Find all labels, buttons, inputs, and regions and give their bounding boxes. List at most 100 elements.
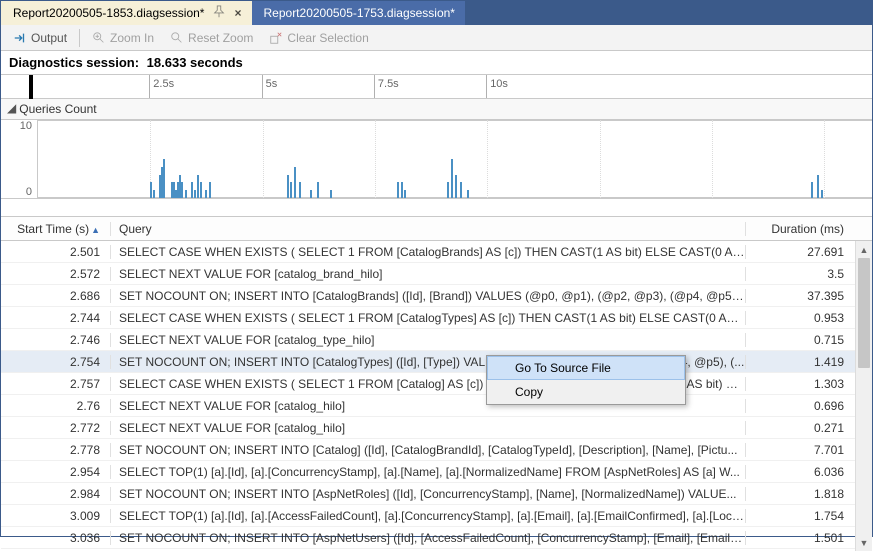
chart-plot[interactable] xyxy=(37,120,872,198)
cell-query: SELECT CASE WHEN EXISTS ( SELECT 1 FROM … xyxy=(111,311,746,325)
chart-section: ◢Queries Count 10 0 xyxy=(1,99,872,199)
cell-start: 2.76 xyxy=(1,399,111,413)
scroll-track[interactable] xyxy=(856,258,872,534)
cell-duration: 6.036 xyxy=(746,465,872,479)
chart-bar xyxy=(330,190,332,198)
cell-query: SET NOCOUNT ON; INSERT INTO [Catalog] ([… xyxy=(111,443,746,457)
chart-bar xyxy=(163,159,165,198)
output-label: Output xyxy=(31,31,67,45)
ruler-tick: 7.5s xyxy=(374,75,399,98)
cell-start: 2.746 xyxy=(1,333,111,347)
reset-zoom-button[interactable]: Reset Zoom xyxy=(164,29,259,47)
chart-title: Queries Count xyxy=(19,102,96,116)
session-header: Diagnostics session: 18.633 seconds xyxy=(1,51,872,75)
cell-query: SELECT NEXT VALUE FOR [catalog_brand_hil… xyxy=(111,267,746,281)
table-row[interactable]: 2.772SELECT NEXT VALUE FOR [catalog_hilo… xyxy=(1,417,872,439)
table-row[interactable]: 3.009SELECT TOP(1) [a].[Id], [a].[Access… xyxy=(1,505,872,527)
chart-bar xyxy=(401,182,403,198)
table-row[interactable]: 2.778SET NOCOUNT ON; INSERT INTO [Catalo… xyxy=(1,439,872,461)
chart-body[interactable]: 10 0 xyxy=(1,120,872,198)
cell-duration: 0.953 xyxy=(746,311,872,325)
toolbar-separator xyxy=(79,29,80,47)
chart-bar xyxy=(455,175,457,198)
cell-duration: 3.5 xyxy=(746,267,872,281)
ruler-tick: 5s xyxy=(262,75,278,98)
table-row[interactable]: 2.757SELECT CASE WHEN EXISTS ( SELECT 1 … xyxy=(1,373,872,395)
cell-duration: 0.696 xyxy=(746,399,872,413)
close-icon[interactable]: × xyxy=(234,6,241,20)
output-button[interactable]: Output xyxy=(7,29,73,47)
table-row[interactable]: 2.984SET NOCOUNT ON; INSERT INTO [AspNet… xyxy=(1,483,872,505)
cell-start: 2.984 xyxy=(1,487,111,501)
cell-start: 2.757 xyxy=(1,377,111,391)
table-row[interactable]: 2.572SELECT NEXT VALUE FOR [catalog_bran… xyxy=(1,263,872,285)
context-menu: Go To Source File Copy xyxy=(486,355,686,405)
ruler-tick: 2.5s xyxy=(149,75,174,98)
table-row[interactable]: 2.746SELECT NEXT VALUE FOR [catalog_type… xyxy=(1,329,872,351)
menu-goto-source[interactable]: Go To Source File xyxy=(487,356,685,380)
vertical-scrollbar[interactable]: ▲ ▼ xyxy=(855,241,872,551)
table-row[interactable]: 2.754SET NOCOUNT ON; INSERT INTO [Catalo… xyxy=(1,351,872,373)
table-row[interactable]: 2.501SELECT CASE WHEN EXISTS ( SELECT 1 … xyxy=(1,241,872,263)
chart-bar xyxy=(194,190,196,198)
cell-query: SELECT CASE WHEN EXISTS ( SELECT 1 FROM … xyxy=(111,245,746,259)
cell-duration: 1.303 xyxy=(746,377,872,391)
cell-start: 2.954 xyxy=(1,465,111,479)
col-header-query[interactable]: Query xyxy=(111,222,746,236)
chart-bar xyxy=(397,182,399,198)
col-header-start[interactable]: Start Time (s)▲ xyxy=(1,222,111,236)
session-label: Diagnostics session: xyxy=(9,55,139,70)
chart-bar xyxy=(200,182,202,198)
zoom-in-label: Zoom In xyxy=(110,31,154,45)
table-row[interactable]: 3.036SET NOCOUNT ON; INSERT INTO [AspNet… xyxy=(1,527,872,549)
table-row[interactable]: 2.744SELECT CASE WHEN EXISTS ( SELECT 1 … xyxy=(1,307,872,329)
chart-bar xyxy=(460,182,462,198)
table-row[interactable]: 2.686SET NOCOUNT ON; INSERT INTO [Catalo… xyxy=(1,285,872,307)
chart-bar xyxy=(821,190,823,198)
toolbar: Output Zoom In Reset Zoom Clear Selectio… xyxy=(1,25,872,51)
chart-bar xyxy=(153,190,155,198)
tab-inactive-label: Report20200505-1753.diagsession* xyxy=(264,6,455,20)
tab-active[interactable]: Report20200505-1853.diagsession* × xyxy=(1,1,252,25)
chart-bar xyxy=(447,182,449,198)
chart-bar xyxy=(467,190,469,198)
cell-query: SELECT TOP(1) [a].[Id], [a].[Concurrency… xyxy=(111,465,746,479)
ruler-start-marker xyxy=(29,75,33,99)
cell-start: 2.572 xyxy=(1,267,111,281)
clear-selection-button[interactable]: Clear Selection xyxy=(263,29,374,47)
cell-start: 2.744 xyxy=(1,311,111,325)
cell-duration: 1.818 xyxy=(746,487,872,501)
cell-query: SELECT TOP(1) [a].[Id], [a].[AccessFaile… xyxy=(111,509,746,523)
chart-bar xyxy=(205,190,207,198)
y-tick-bottom: 0 xyxy=(26,186,32,198)
zoom-in-icon xyxy=(92,31,106,45)
tab-inactive[interactable]: Report20200505-1753.diagsession* xyxy=(252,1,465,25)
table-row[interactable]: 2.76SELECT NEXT VALUE FOR [catalog_hilo]… xyxy=(1,395,872,417)
chart-bar xyxy=(317,182,319,198)
scroll-up-icon[interactable]: ▲ xyxy=(856,241,872,258)
cell-start: 3.036 xyxy=(1,531,111,545)
cell-duration: 0.271 xyxy=(746,421,872,435)
timeline-ruler[interactable]: 2.5s5s7.5s10s xyxy=(1,75,872,99)
col-header-duration[interactable]: Duration (ms) xyxy=(746,222,872,236)
chart-bar xyxy=(294,167,296,198)
scroll-thumb[interactable] xyxy=(858,258,870,368)
cell-start: 2.754 xyxy=(1,355,111,369)
spacer xyxy=(1,199,872,217)
cell-duration: 0.715 xyxy=(746,333,872,347)
collapse-icon[interactable]: ◢ xyxy=(7,101,16,115)
chart-bar xyxy=(310,190,312,198)
cell-start: 2.686 xyxy=(1,289,111,303)
table-row[interactable]: 2.954SELECT TOP(1) [a].[Id], [a].[Concur… xyxy=(1,461,872,483)
zoom-in-button[interactable]: Zoom In xyxy=(86,29,160,47)
menu-copy[interactable]: Copy xyxy=(487,380,685,404)
cell-duration: 27.691 xyxy=(746,245,872,259)
pin-icon[interactable] xyxy=(212,5,226,22)
cell-start: 2.772 xyxy=(1,421,111,435)
cell-duration: 7.701 xyxy=(746,443,872,457)
chart-bar xyxy=(290,182,292,198)
chart-bar xyxy=(209,182,211,198)
chart-bar xyxy=(185,190,187,198)
chart-title-row[interactable]: ◢Queries Count xyxy=(1,99,872,120)
cell-query: SELECT NEXT VALUE FOR [catalog_type_hilo… xyxy=(111,333,746,347)
